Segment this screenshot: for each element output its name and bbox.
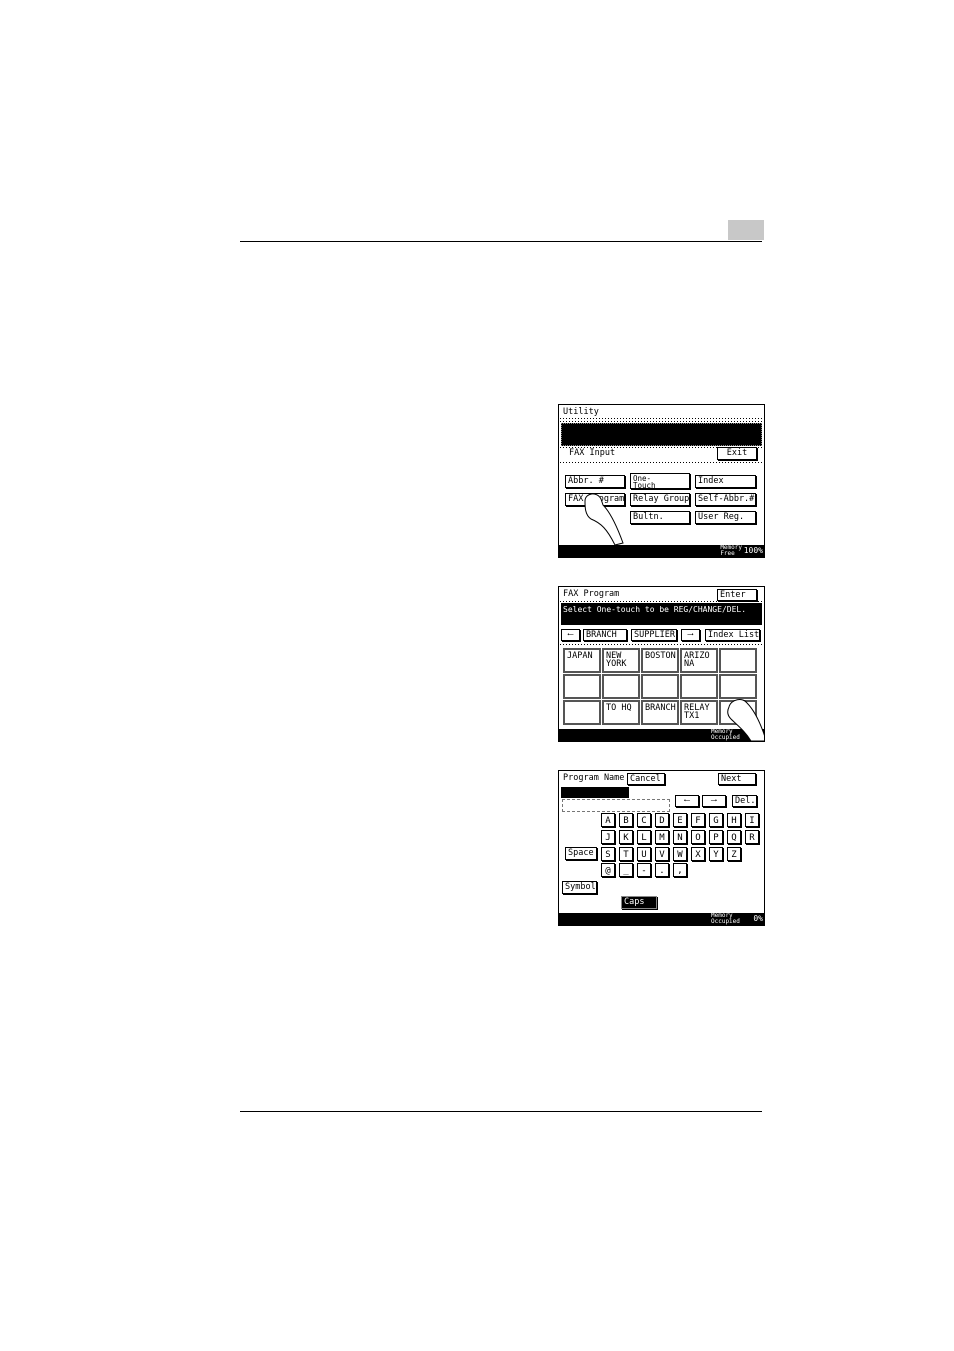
memory-label: Memory Free — [720, 544, 742, 557]
cursor-right-arrow-icon[interactable]: 🠂 — [702, 795, 726, 807]
abbr-button[interactable]: Abbr. # — [565, 475, 625, 488]
delete-button[interactable]: Del. — [732, 795, 757, 807]
memory-value: 100% — [743, 546, 763, 555]
key-d[interactable]: D — [655, 813, 669, 827]
chapter-tab — [728, 220, 764, 240]
key-symbol[interactable]: _ — [619, 863, 633, 877]
key-z[interactable]: Z — [727, 847, 741, 861]
key-symbol[interactable]: . — [655, 863, 669, 877]
one-touch-cell[interactable] — [563, 700, 601, 725]
name-input[interactable] — [562, 799, 670, 812]
key-e[interactable]: E — [673, 813, 687, 827]
bulletin-button[interactable]: Bultn. — [630, 511, 690, 524]
symbol-button[interactable]: Symbol — [562, 881, 597, 894]
one-touch-cell[interactable] — [563, 674, 601, 699]
message-area — [561, 423, 762, 446]
key-u[interactable]: U — [637, 847, 651, 861]
tab-dotted-bar — [559, 643, 764, 646]
key-x[interactable]: X — [691, 847, 705, 861]
key-h[interactable]: H — [727, 813, 741, 827]
finger-pointer-icon — [584, 493, 624, 545]
key-symbol[interactable]: @ — [601, 863, 615, 877]
key-c[interactable]: C — [637, 813, 651, 827]
fax-program-screen: FAX Program Enter Select One-touch to be… — [558, 586, 765, 742]
one-touch-cell[interactable] — [641, 674, 679, 699]
one-touch-cell[interactable]: JAPAN — [563, 648, 601, 673]
key-symbol[interactable]: , — [673, 863, 687, 877]
header-rule — [240, 241, 762, 242]
tab-supplier[interactable]: SUPPLIER — [631, 629, 677, 641]
name-display — [561, 787, 629, 798]
one-touch-cell[interactable] — [602, 674, 640, 699]
cancel-button[interactable]: Cancel — [627, 773, 665, 785]
memory-value: 0% — [753, 914, 763, 923]
one-touch-cell[interactable] — [719, 648, 757, 673]
user-reg-button[interactable]: User Reg. — [695, 511, 756, 524]
caps-button[interactable]: Caps — [621, 896, 657, 909]
key-a[interactable]: A — [601, 813, 615, 827]
one-touch-cell[interactable] — [680, 674, 718, 699]
key-g[interactable]: G — [709, 813, 723, 827]
one-touch-button[interactable]: One- Touch — [630, 473, 690, 489]
one-touch-cell[interactable]: BRANCH — [641, 700, 679, 725]
key-i[interactable]: I — [745, 813, 759, 827]
relay-group-button[interactable]: Relay Group — [630, 493, 690, 506]
key-b[interactable]: B — [619, 813, 633, 827]
key-s[interactable]: S — [601, 847, 615, 861]
key-j[interactable]: J — [601, 830, 615, 844]
tab-branch[interactable]: BRANCH — [583, 629, 627, 641]
screen-title: Utility — [563, 407, 599, 417]
one-touch-cell[interactable]: TO HQ — [602, 700, 640, 725]
one-touch-cell[interactable]: ARIZO NA — [680, 648, 718, 673]
key-symbol[interactable]: - — [637, 863, 651, 877]
program-name-screen: Program Name Cancel Next 🠀 🠂 Del. ABCDEF… — [558, 770, 765, 926]
exit-button[interactable]: Exit — [717, 447, 757, 460]
key-q[interactable]: Q — [727, 830, 741, 844]
self-abbr-button[interactable]: Self-Abbr.# — [695, 493, 756, 506]
cursor-left-arrow-icon[interactable]: 🠀 — [675, 795, 699, 807]
subtitle-dotted-bar — [559, 461, 764, 464]
one-touch-cell[interactable]: RELAY TX1 — [680, 700, 718, 725]
key-f[interactable]: F — [691, 813, 705, 827]
one-touch-cell[interactable]: NEW YORK — [602, 648, 640, 673]
key-k[interactable]: K — [619, 830, 633, 844]
key-y[interactable]: Y — [709, 847, 723, 861]
memory-label: Memory Occupied — [711, 912, 740, 925]
screen-subtitle: FAX Input — [569, 448, 616, 458]
screen-title: Program Name — [563, 773, 625, 783]
key-n[interactable]: N — [673, 830, 687, 844]
one-touch-cell[interactable] — [719, 674, 757, 699]
key-w[interactable]: W — [673, 847, 687, 861]
title-dotted-bar — [559, 417, 764, 422]
index-list-button[interactable]: Index List — [705, 629, 760, 641]
next-button[interactable]: Next — [718, 773, 756, 785]
key-r[interactable]: R — [745, 830, 759, 844]
status-bar: Memory Free 100% — [559, 545, 764, 557]
space-button[interactable]: Space — [565, 847, 597, 860]
key-m[interactable]: M — [655, 830, 669, 844]
status-bar: Memory Occupied 0% — [559, 913, 764, 925]
one-touch-cell[interactable]: BOSTON — [641, 648, 679, 673]
key-t[interactable]: T — [619, 847, 633, 861]
key-v[interactable]: V — [655, 847, 669, 861]
message-area: Select One-touch to be REG/CHANGE/DEL. — [561, 603, 762, 625]
key-o[interactable]: O — [691, 830, 705, 844]
finger-pointer-icon — [727, 699, 764, 741]
screen-title: FAX Program — [563, 589, 620, 599]
key-l[interactable]: L — [637, 830, 651, 844]
prev-tab-arrow-icon[interactable]: 🠀 — [561, 629, 580, 641]
utility-screen: Utility FAX Input Exit Abbr. # One- Touc… — [558, 404, 765, 558]
footer-rule — [240, 1111, 762, 1112]
index-button[interactable]: Index — [695, 475, 756, 488]
instruction-message: Select One-touch to be REG/CHANGE/DEL. — [563, 605, 747, 614]
next-tab-arrow-icon[interactable]: 🠂 — [681, 629, 700, 641]
key-p[interactable]: P — [709, 830, 723, 844]
